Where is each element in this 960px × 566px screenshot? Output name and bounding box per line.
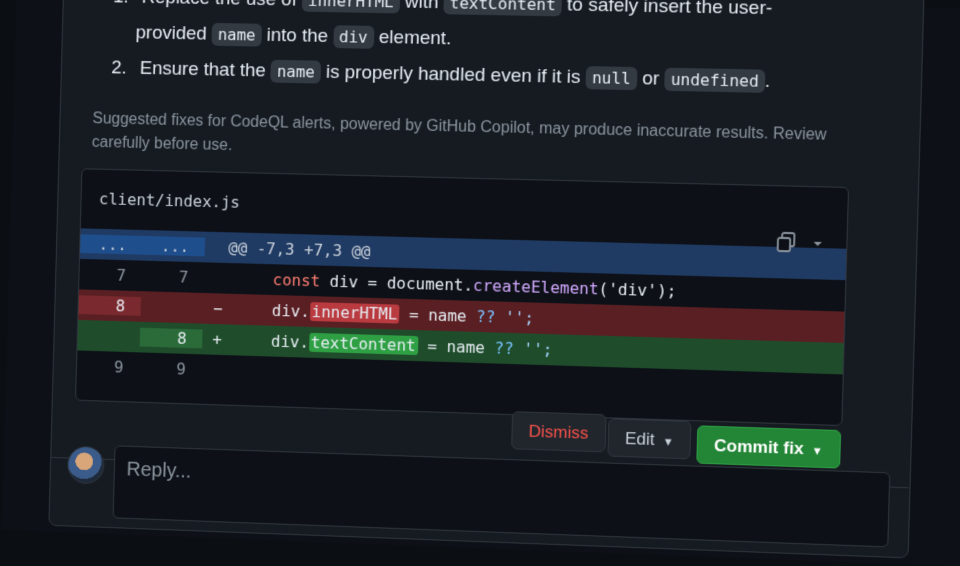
edit-button-label: Edit bbox=[624, 428, 655, 450]
edit-button[interactable]: Edit ▼ bbox=[607, 418, 692, 460]
new-line-number: 7 bbox=[178, 267, 189, 287]
code-token: document. bbox=[386, 273, 474, 295]
chevron-down-icon: ▼ bbox=[811, 445, 824, 458]
code-token: = bbox=[367, 272, 378, 293]
code-line: div.textContent = name ?? ''; bbox=[231, 330, 553, 360]
inline-code: null bbox=[585, 66, 638, 91]
text: provided bbox=[135, 22, 208, 45]
instruction-list: 1. Replace the use of innerHTML with tex… bbox=[111, 0, 832, 101]
inline-code: div bbox=[332, 25, 374, 49]
old-line-number: 9 bbox=[113, 357, 124, 377]
old-line-number: 7 bbox=[116, 265, 127, 285]
text: . bbox=[764, 70, 771, 92]
old-line-number: ... bbox=[80, 234, 143, 255]
text: Ensure that the bbox=[139, 58, 267, 82]
diff-sign: − bbox=[212, 299, 223, 319]
inline-code: undefined bbox=[664, 67, 766, 93]
diff-sign bbox=[202, 370, 231, 371]
commit-fix-label: Commit fix bbox=[713, 435, 804, 459]
text: or bbox=[641, 68, 660, 90]
diff-sign bbox=[204, 278, 233, 279]
code-token: div. bbox=[270, 331, 310, 352]
list-number: 2. bbox=[111, 57, 128, 79]
text: to safely insert the user- bbox=[566, 0, 773, 20]
text: into the bbox=[266, 24, 329, 47]
copy-icon[interactable] bbox=[774, 231, 797, 259]
code-token: = bbox=[408, 304, 419, 325]
code-function: createElement bbox=[472, 275, 599, 299]
chevron-down-icon[interactable] bbox=[811, 236, 824, 255]
code-token: name bbox=[427, 305, 467, 326]
new-line-number bbox=[140, 306, 204, 309]
code-token: ('div'); bbox=[598, 279, 677, 301]
code-token: = bbox=[427, 336, 438, 356]
code-operator: ?? bbox=[475, 306, 496, 327]
code-operator: ?? bbox=[494, 338, 515, 359]
diff-toolbar bbox=[774, 231, 824, 260]
text: with bbox=[404, 0, 439, 14]
hunk-header-text: @@ -7,3 +7,3 @@ bbox=[228, 238, 371, 261]
new-line-number: 8 bbox=[139, 327, 203, 349]
suggested-diff: client/index.js ... ... @@ -7,3 +7,3 @@ … bbox=[75, 168, 850, 427]
list-number: 1. bbox=[113, 0, 137, 16]
chevron-down-icon: ▼ bbox=[662, 436, 674, 449]
code-string: ''; bbox=[523, 339, 553, 360]
inline-code: name bbox=[270, 59, 322, 84]
text: is properly handled even if it is bbox=[325, 61, 581, 89]
screen: 1. Replace the use of innerHTML with tex… bbox=[1, 0, 960, 566]
code-changed-token: innerHTML bbox=[309, 302, 400, 324]
code-line: div.innerHTML = name ?? ''; bbox=[232, 300, 535, 328]
old-line-number: 8 bbox=[78, 295, 142, 316]
new-line-number: 9 bbox=[176, 359, 187, 379]
inline-code: textContent bbox=[443, 0, 563, 17]
diff-sign: + bbox=[212, 329, 223, 349]
code-token: div bbox=[329, 271, 359, 292]
code-string: ''; bbox=[504, 307, 535, 328]
inline-code: innerHTML bbox=[301, 0, 400, 14]
text: element. bbox=[378, 27, 452, 50]
old-line-number bbox=[77, 335, 140, 338]
code-token: div. bbox=[271, 300, 310, 321]
code-changed-token: textContent bbox=[308, 332, 418, 356]
new-line-number: ... bbox=[142, 235, 206, 257]
commit-fix-button[interactable]: Commit fix ▼ bbox=[696, 425, 841, 469]
code-keyword: const bbox=[272, 270, 321, 291]
code-token: name bbox=[446, 337, 486, 358]
inline-code: name bbox=[211, 22, 262, 47]
dismiss-button[interactable]: Dismiss bbox=[511, 411, 607, 453]
text: Replace the use of bbox=[141, 0, 297, 11]
